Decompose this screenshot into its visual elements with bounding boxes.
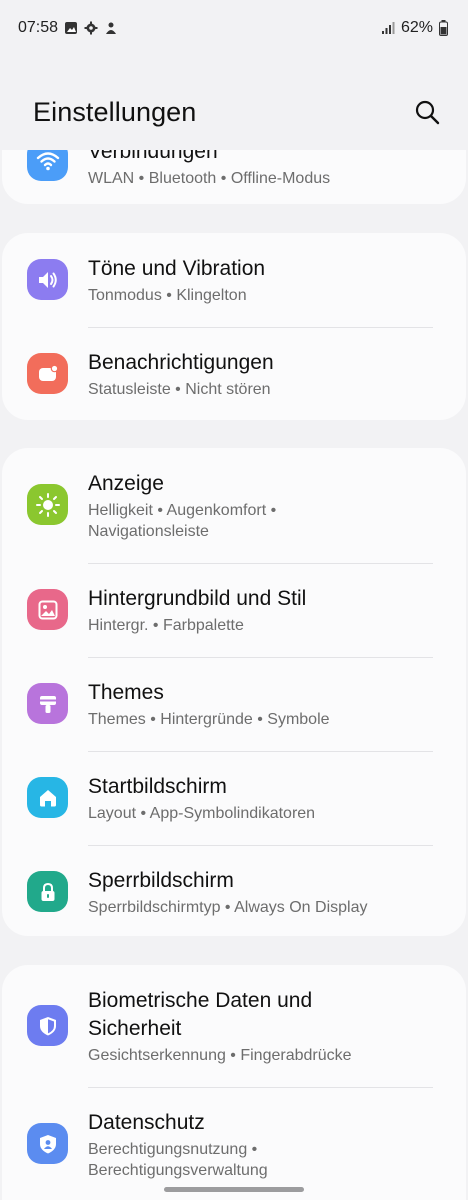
page-title: Einstellungen: [33, 96, 197, 127]
wifi-icon: [27, 150, 68, 181]
item-title: Startbildschirm: [88, 775, 227, 798]
clock: 07:58: [18, 19, 59, 36]
settings-item-sound[interactable]: Töne und Vibration Tonmodus • Klingelton: [2, 233, 466, 327]
settings-item-wallpaper[interactable]: Hintergrundbild und Stil Hintergr. • Far…: [2, 563, 466, 657]
app-header: Einstellungen: [33, 90, 442, 134]
battery-percent: 62%: [400, 19, 433, 36]
item-text: Biometrische Daten und Sicherheit Gesich…: [88, 987, 436, 1066]
item-text: Themes Themes • Hintergründe • Symbole: [88, 679, 436, 730]
card-sound-notifications: Töne und Vibration Tonmodus • Klingelton…: [2, 233, 466, 420]
settings-list[interactable]: Verbindungen WLAN • Bluetooth • Offline-…: [0, 150, 468, 1200]
item-text: Benachrichtigungen Statusleiste • Nicht …: [88, 349, 436, 400]
sun-icon: [27, 484, 68, 525]
item-subtitle-line2: Navigationsleiste: [88, 523, 209, 540]
item-title: Sperrbildschirm: [88, 869, 234, 892]
item-title: Töne und Vibration: [88, 257, 266, 280]
lock-icon: [27, 871, 68, 912]
settings-item-themes[interactable]: Themes Themes • Hintergründe • Symbole: [2, 657, 466, 751]
item-subtitle: Hintergr. • Farbpalette: [88, 617, 244, 634]
app-notification-icon: [106, 22, 117, 34]
item-subtitle: WLAN • Bluetooth • Offline-Modus: [88, 170, 331, 187]
battery-icon: [439, 20, 448, 36]
brush-icon: [27, 683, 68, 724]
item-text: Töne und Vibration Tonmodus • Klingelton: [88, 255, 436, 306]
search-button[interactable]: [412, 97, 442, 127]
item-title: Anzeige: [88, 472, 164, 495]
item-title: Biometrische Daten und: [88, 989, 313, 1012]
item-subtitle: Statusleiste • Nicht stören: [88, 381, 271, 398]
item-subtitle: Berechtigungsnutzung •: [88, 1141, 258, 1158]
item-text: Verbindungen WLAN • Bluetooth • Offline-…: [88, 150, 436, 189]
card-connections: Verbindungen WLAN • Bluetooth • Offline-…: [2, 150, 466, 204]
item-title: Verbindungen: [88, 150, 218, 163]
picture-icon: [27, 589, 68, 630]
settings-item-notifications[interactable]: Benachrichtigungen Statusleiste • Nicht …: [2, 327, 466, 420]
card-security: Biometrische Daten und Sicherheit Gesich…: [2, 965, 466, 1200]
item-title: Hintergrundbild und Stil: [88, 587, 307, 610]
shield-icon: [27, 1005, 68, 1046]
item-title: Themes: [88, 681, 164, 704]
item-subtitle: Gesichtserkennung • Fingerabdrücke: [88, 1047, 352, 1064]
item-subtitle: Tonmodus • Klingelton: [88, 287, 247, 304]
gear-notification-icon: [84, 21, 98, 35]
settings-screen: 07:58 62% Einstellungen Verbindungen WLA…: [0, 0, 468, 1200]
speaker-icon: [27, 259, 68, 300]
gallery-notification-icon: [65, 22, 78, 34]
settings-item-connections[interactable]: Verbindungen WLAN • Bluetooth • Offline-…: [2, 150, 466, 204]
settings-item-display[interactable]: Anzeige Helligkeit • Augenkomfort • Navi…: [2, 448, 466, 563]
notification-icon: [27, 353, 68, 394]
status-bar: 07:58 62%: [0, 0, 468, 56]
card-display: Anzeige Helligkeit • Augenkomfort • Navi…: [2, 448, 466, 936]
settings-item-lock-screen[interactable]: Sperrbildschirm Sperrbildschirmtyp • Alw…: [2, 845, 466, 936]
item-subtitle: Layout • App-Symbolindikatoren: [88, 805, 316, 822]
item-subtitle-line2: Berechtigungsverwaltung: [88, 1162, 268, 1179]
signal-icon: [381, 22, 395, 34]
item-title: Datenschutz: [88, 1111, 205, 1134]
item-subtitle: Themes • Hintergründe • Symbole: [88, 711, 330, 728]
status-right: 62%: [381, 19, 448, 37]
settings-item-security[interactable]: Biometrische Daten und Sicherheit Gesich…: [2, 965, 466, 1087]
item-text: Hintergrundbild und Stil Hintergr. • Far…: [88, 585, 436, 636]
item-subtitle: Sperrbildschirmtyp • Always On Display: [88, 899, 368, 916]
item-text: Anzeige Helligkeit • Augenkomfort • Navi…: [88, 470, 436, 542]
item-title-line2: Sicherheit: [88, 1017, 182, 1040]
item-text: Datenschutz Berechtigungsnutzung • Berec…: [88, 1109, 436, 1181]
home-icon: [27, 777, 68, 818]
item-subtitle: Helligkeit • Augenkomfort •: [88, 502, 277, 519]
status-left: 07:58: [18, 19, 118, 37]
privacy-icon: [27, 1123, 68, 1164]
settings-item-home-screen[interactable]: Startbildschirm Layout • App-Symbolindik…: [2, 751, 466, 845]
item-text: Sperrbildschirm Sperrbildschirmtyp • Alw…: [88, 867, 436, 918]
item-title: Benachrichtigungen: [88, 351, 274, 374]
search-icon: [415, 100, 440, 125]
home-indicator-bar[interactable]: [164, 1187, 304, 1192]
settings-item-privacy[interactable]: Datenschutz Berechtigungsnutzung • Berec…: [2, 1087, 466, 1200]
item-text: Startbildschirm Layout • App-Symbolindik…: [88, 773, 436, 824]
